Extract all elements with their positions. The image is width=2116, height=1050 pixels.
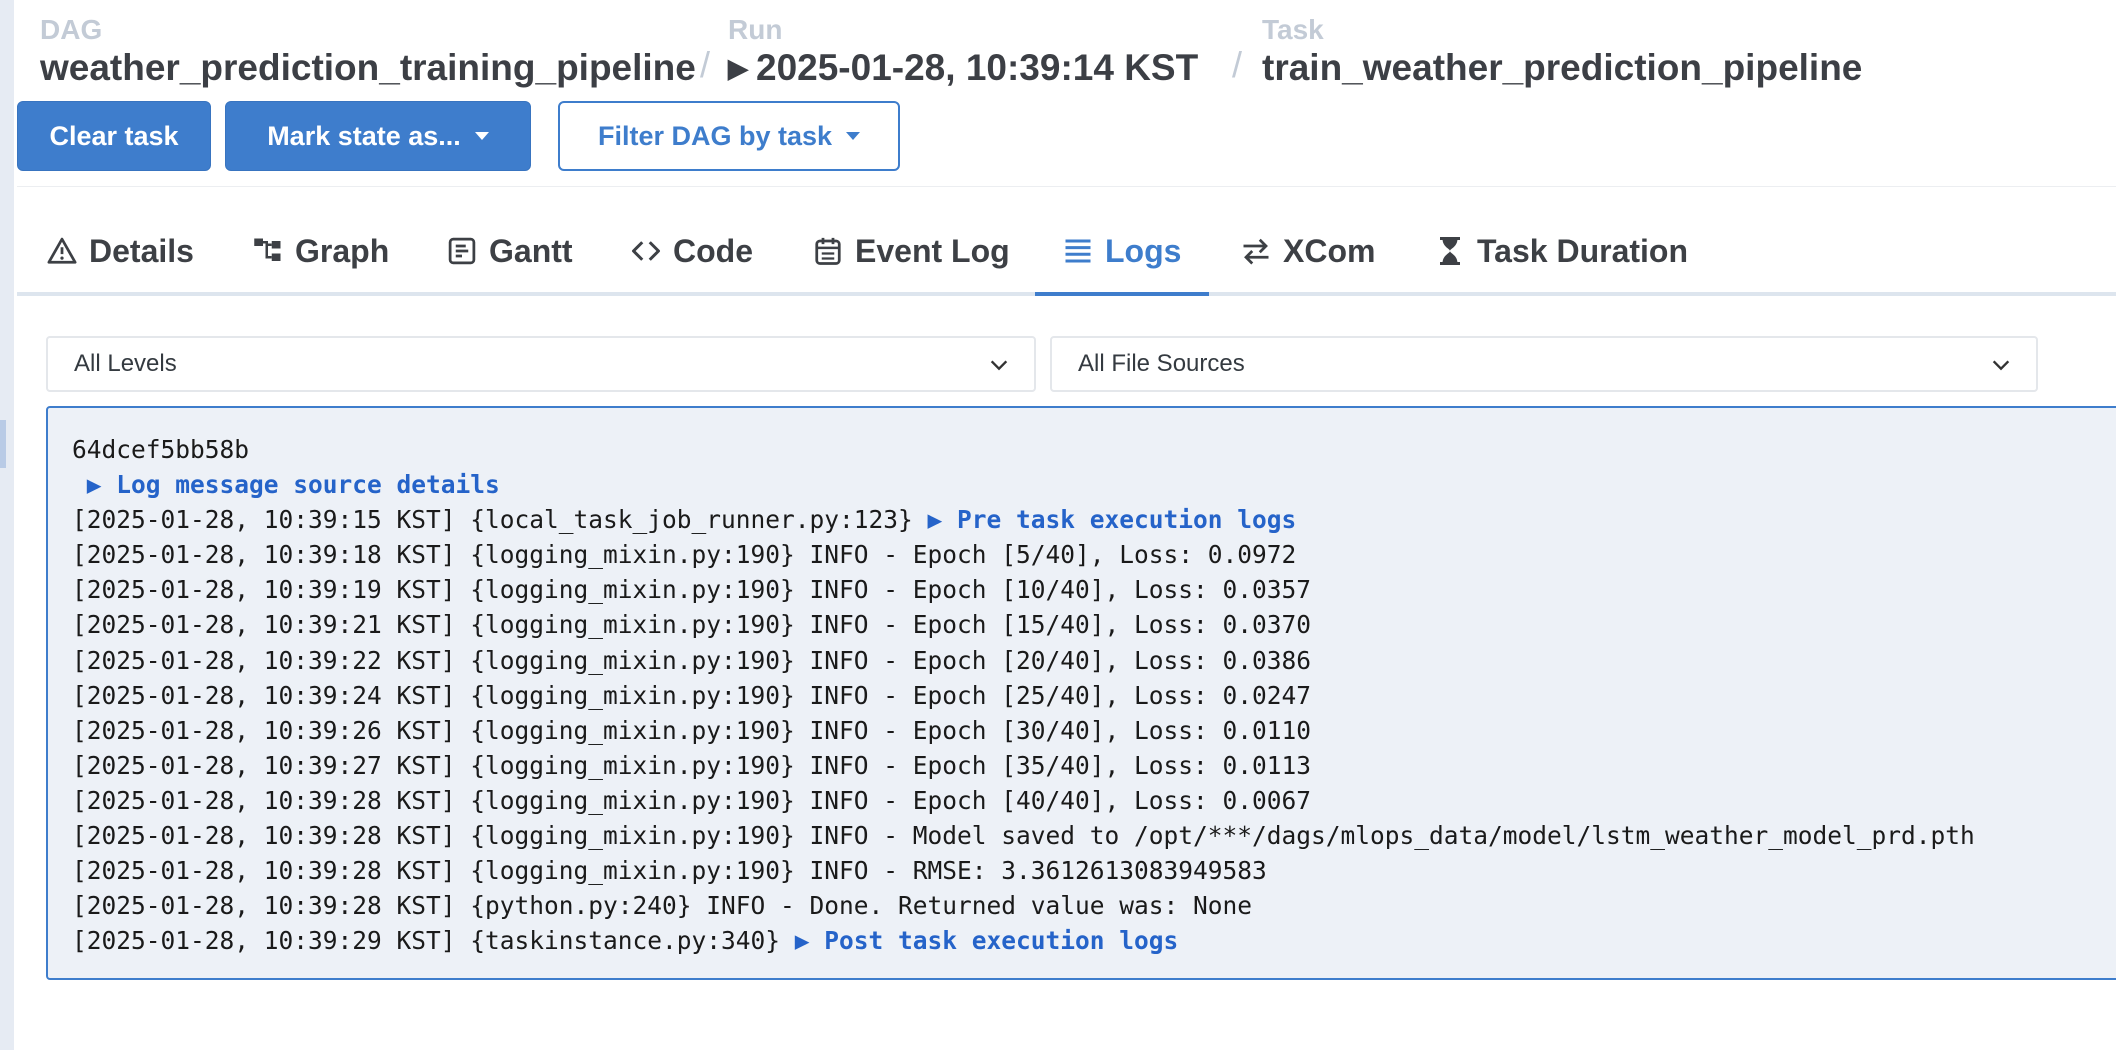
breadcrumb-run-value[interactable]: ▶ 2025-01-28, 10:39:14 KST: [728, 46, 1198, 90]
mark-state-label: Mark state as...: [267, 120, 461, 151]
calendar-icon: [815, 237, 841, 265]
log-content: 64dcef5bb58b ▶ Log message source detail…: [72, 432, 1975, 958]
breadcrumb-dag[interactable]: DAG weather_prediction_training_pipeline: [40, 14, 696, 90]
log-line-text: [2025-01-28, 10:39:28 KST] {logging_mixi…: [72, 856, 1267, 886]
log-line: ▶ Log message source details: [72, 467, 1975, 502]
log-line-text: [2025-01-28, 10:39:22 KST] {logging_mixi…: [72, 645, 1312, 675]
log-line-text: [2025-01-28, 10:39:18 KST] {logging_mixi…: [72, 540, 1297, 570]
log-level-value: All Levels: [74, 350, 177, 377]
log-line: [2025-01-28, 10:39:19 KST] {logging_mixi…: [72, 572, 1975, 607]
tab-task-duration[interactable]: Task Duration: [1435, 210, 1688, 292]
log-expand-toggle[interactable]: ▶ Pre task execution logs: [928, 505, 1297, 534]
tab-code[interactable]: Code: [631, 210, 753, 292]
log-line-text: [2025-01-28, 10:39:28 KST] {python.py:24…: [72, 891, 1253, 921]
clear-task-button[interactable]: Clear task: [17, 101, 211, 171]
caret-down-icon: [846, 132, 861, 140]
warning-triangle-icon: [47, 237, 77, 264]
breadcrumb-separator: /: [1232, 44, 1243, 85]
active-tab-indicator: [1035, 292, 1209, 296]
clear-task-label: Clear task: [49, 120, 179, 151]
tab-label: Code: [673, 232, 753, 269]
gantt-icon: [448, 237, 476, 265]
log-line: [2025-01-28, 10:39:26 KST] {logging_mixi…: [72, 713, 1975, 748]
log-line: [2025-01-28, 10:39:18 KST] {logging_mixi…: [72, 537, 1975, 572]
code-icon: [632, 241, 660, 261]
log-line: [2025-01-28, 10:39:24 KST] {logging_mixi…: [72, 678, 1975, 713]
tab-label: Gantt: [489, 232, 573, 269]
breadcrumb-dag-label: DAG: [40, 14, 103, 45]
log-output-panel[interactable]: 64dcef5bb58b ▶ Log message source detail…: [46, 406, 2116, 980]
tab-xcom[interactable]: XCom: [1241, 210, 1375, 292]
mark-state-dropdown-button[interactable]: Mark state as...: [225, 101, 531, 171]
breadcrumb-run-label: Run: [728, 14, 783, 45]
graph-icon: [254, 238, 281, 261]
log-line-text: [2025-01-28, 10:39:27 KST] {logging_mixi…: [72, 750, 1312, 780]
tab-logs[interactable]: Logs: [1063, 210, 1181, 292]
tab-details[interactable]: Details: [47, 210, 194, 292]
breadcrumb-task-value[interactable]: train_weather_prediction_pipeline: [1262, 46, 1862, 90]
hourglass-icon: [1440, 237, 1460, 265]
log-line-text: [2025-01-28, 10:39:26 KST] {logging_mixi…: [72, 715, 1312, 745]
log-line: [2025-01-28, 10:39:27 KST] {logging_mixi…: [72, 748, 1975, 783]
log-line: [2025-01-28, 10:39:22 KST] {logging_mixi…: [72, 643, 1975, 678]
run-timestamp: 2025-01-28, 10:39:14 KST: [756, 47, 1199, 88]
log-line: [2025-01-28, 10:39:28 KST] {logging_mixi…: [72, 783, 1975, 818]
filter-dag-label: Filter DAG by task: [597, 120, 833, 151]
swap-arrows-icon: [1243, 238, 1269, 265]
tab-label: Logs: [1105, 232, 1182, 269]
log-line-text: [2025-01-28, 10:39:28 KST] {logging_mixi…: [72, 785, 1312, 815]
log-line-text: [2025-01-28, 10:39:19 KST] {logging_mixi…: [72, 575, 1312, 605]
log-line-text: [2025-01-28, 10:39:15 KST] {local_task_j…: [72, 505, 928, 535]
log-line-text: [2025-01-28, 10:39:29 KST] {taskinstance…: [72, 926, 795, 956]
tab-label: Event Log: [855, 232, 1010, 269]
tab-label: XCom: [1283, 232, 1376, 269]
list-icon: [1065, 239, 1091, 263]
tab-label: Task Duration: [1477, 232, 1688, 269]
chevron-down-icon: [1992, 360, 2010, 371]
log-line: 64dcef5bb58b: [72, 432, 1975, 467]
file-source-select[interactable]: All File Sources: [1050, 336, 2038, 392]
caret-down-icon: [474, 132, 489, 140]
header-divider: [17, 186, 2116, 187]
tab-gantt[interactable]: Gantt: [447, 210, 573, 292]
log-expand-toggle[interactable]: ▶ Log message source details: [87, 470, 500, 499]
rail-marker: [0, 420, 6, 468]
chevron-down-icon: [990, 360, 1008, 371]
tab-event-log[interactable]: Event Log: [813, 210, 1010, 292]
breadcrumb-task-label: Task: [1262, 14, 1324, 45]
log-line: [2025-01-28, 10:39:28 KST] {logging_mixi…: [72, 853, 1975, 888]
log-level-select[interactable]: All Levels: [46, 336, 1036, 392]
tab-label: Details: [89, 232, 194, 269]
filter-dag-dropdown-button[interactable]: Filter DAG by task: [558, 101, 900, 171]
breadcrumb-run[interactable]: Run ▶ 2025-01-28, 10:39:14 KST: [728, 14, 1198, 90]
breadcrumb-task[interactable]: Task train_weather_prediction_pipeline: [1262, 14, 1862, 90]
left-rail: [0, 0, 14, 1050]
log-line-text: [2025-01-28, 10:39:28 KST] {logging_mixi…: [72, 821, 1975, 851]
breadcrumb-dag-value[interactable]: weather_prediction_training_pipeline: [40, 46, 696, 90]
log-line: [2025-01-28, 10:39:15 KST] {local_task_j…: [72, 502, 1975, 537]
log-line-text: [2025-01-28, 10:39:24 KST] {logging_mixi…: [72, 680, 1312, 710]
tab-graph[interactable]: Graph: [253, 210, 389, 292]
log-line: [2025-01-28, 10:39:28 KST] {python.py:24…: [72, 888, 1975, 923]
file-source-value: All File Sources: [1078, 350, 1245, 377]
log-expand-toggle[interactable]: ▶ Post task execution logs: [795, 926, 1179, 955]
log-line: [2025-01-28, 10:39:29 KST] {taskinstance…: [72, 923, 1975, 958]
log-line-text: [72, 470, 87, 499]
log-line: [2025-01-28, 10:39:21 KST] {logging_mixi…: [72, 607, 1975, 642]
log-line-text: 64dcef5bb58b: [72, 435, 250, 464]
task-tabs: Details Graph Gantt Code Event Log Logs …: [17, 210, 2116, 296]
breadcrumb-separator: /: [700, 44, 711, 85]
play-icon: ▶: [728, 53, 748, 83]
tab-label: Graph: [295, 232, 390, 269]
log-line-text: [2025-01-28, 10:39:21 KST] {logging_mixi…: [72, 610, 1312, 640]
log-line: [2025-01-28, 10:39:28 KST] {logging_mixi…: [72, 818, 1975, 853]
